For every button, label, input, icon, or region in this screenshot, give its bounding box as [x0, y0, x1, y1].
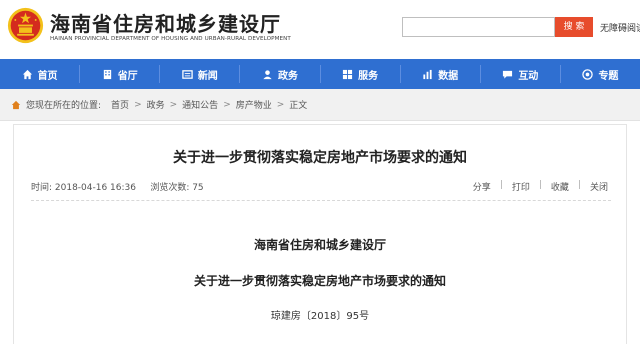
- view-count: 浏览次数: 75: [150, 183, 204, 193]
- nav-item-label: 首页: [37, 70, 58, 82]
- nav-item-government[interactable]: 政务: [240, 59, 319, 89]
- nav-item-label: 新闻: [197, 70, 218, 82]
- service-icon: [342, 69, 353, 79]
- chat-icon: [503, 70, 513, 79]
- nav-item-department[interactable]: 省厅: [80, 59, 159, 89]
- location-icon: [11, 100, 21, 109]
- nav-item-interaction[interactable]: 互动: [481, 59, 560, 89]
- publish-time: 时间: 2018-04-16 16:36: [31, 183, 136, 193]
- accessibility-link[interactable]: 无障碍阅读: [600, 21, 640, 34]
- tool-divider: |: [538, 180, 542, 190]
- share-button[interactable]: 分享: [473, 180, 491, 193]
- print-button[interactable]: 打印: [512, 180, 530, 193]
- home-icon: [22, 69, 32, 79]
- nav-item-topics[interactable]: 专题: [561, 59, 640, 89]
- article-title: 关于进一步贯彻落实稳定房地产市场要求的通知: [173, 150, 467, 166]
- breadcrumb-item-government[interactable]: 政务: [147, 98, 165, 111]
- tool-divider: |: [577, 180, 581, 190]
- nav-item-service[interactable]: 服务: [321, 59, 400, 89]
- nav-item-label: 省厅: [117, 70, 138, 82]
- document-title: 关于进一步贯彻落实稳定房地产市场要求的通知: [193, 274, 446, 288]
- close-button[interactable]: 关闭: [590, 180, 608, 193]
- news-icon: [182, 69, 193, 79]
- meta-divider: [31, 200, 611, 201]
- nav-item-label: 专题: [598, 70, 619, 82]
- breadcrumb-separator: >: [169, 99, 178, 110]
- breadcrumb-item-notices[interactable]: 通知公告: [182, 98, 218, 111]
- government-icon: [263, 69, 272, 79]
- building-icon: [103, 69, 111, 79]
- breadcrumb: 您现在所在的位置: 首页 > 政务 > 通知公告 > 房产物业 > 正文: [0, 89, 640, 121]
- issuing-organization: 海南省住房和城乡建设厅: [253, 238, 386, 252]
- article-meta: 时间: 2018-04-16 16:36 浏览次数: 75: [31, 180, 204, 193]
- tool-divider: |: [499, 180, 503, 190]
- nav-item-label: 服务: [358, 70, 379, 82]
- site-header: 海南省住房和城乡建设厅 HAINAN PROVINCIAL DEPARTMENT…: [0, 0, 640, 58]
- nav-item-news[interactable]: 新闻: [160, 59, 239, 89]
- breadcrumb-separator: >: [134, 99, 142, 110]
- breadcrumb-separator: >: [223, 99, 231, 110]
- main-nav: 首页 省厅 新闻 政务 服务 数据 互动 专题: [0, 59, 640, 89]
- search-button[interactable]: 搜 索: [555, 17, 593, 37]
- breadcrumb-item-current: 正文: [289, 101, 308, 111]
- breadcrumb-separator: >: [276, 99, 285, 110]
- search-input[interactable]: [402, 17, 555, 37]
- site-subtitle: HAINAN PROVINCIAL DEPARTMENT OF HOUSING …: [50, 36, 291, 42]
- breadcrumb-item-home[interactable]: 首页: [111, 98, 129, 111]
- nav-item-home[interactable]: 首页: [0, 59, 79, 89]
- national-emblem-icon: [7, 7, 44, 44]
- article-tools: 分享 | 打印 | 收藏 | 关闭: [464, 180, 617, 193]
- document-number: 琼建房〔2018〕95号: [270, 311, 370, 322]
- nav-item-label: 政务: [277, 70, 298, 82]
- breadcrumb-prefix: 您现在所在的位置:: [26, 101, 102, 111]
- breadcrumb-item-property[interactable]: 房产物业: [236, 98, 272, 111]
- nav-item-label: 互动: [518, 70, 539, 82]
- favorite-button[interactable]: 收藏: [551, 180, 569, 193]
- data-icon: [423, 69, 432, 79]
- nav-item-data[interactable]: 数据: [401, 59, 480, 89]
- nav-item-label: 数据: [438, 70, 459, 82]
- site-title[interactable]: 海南省住房和城乡建设厅: [50, 8, 281, 37]
- article-panel: 关于进一步贯彻落实稳定房地产市场要求的通知 时间: 2018-04-16 16:…: [13, 124, 627, 344]
- topic-icon: [582, 68, 594, 80]
